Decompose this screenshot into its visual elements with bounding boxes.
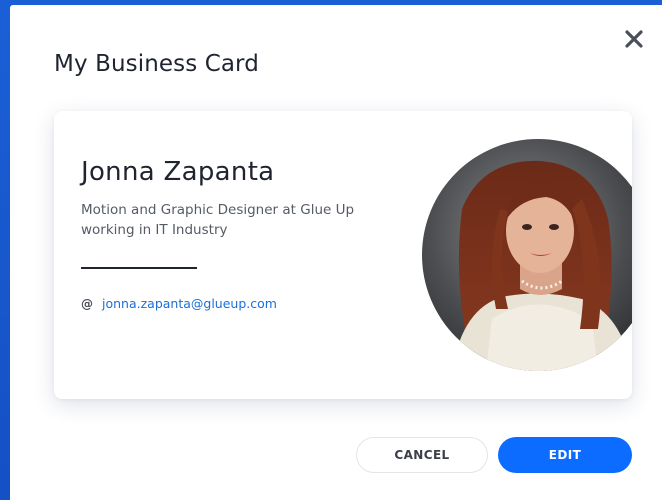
edit-button[interactable]: EDIT [498,437,632,473]
email-row: @ jonna.zapanta@glueup.com [81,296,277,311]
profile-photo [422,139,632,371]
card-divider [81,267,197,269]
card-holder-name: Jonna Zapanta [81,157,275,187]
email-link[interactable]: jonna.zapanta@glueup.com [102,296,277,311]
modal-title: My Business Card [54,51,259,77]
modal-actions: CANCEL EDIT [356,437,632,473]
close-icon[interactable] [622,27,646,51]
profile-photo-frame [422,111,632,399]
cancel-button[interactable]: CANCEL [356,437,488,473]
business-card: Jonna Zapanta Motion and Graphic Designe… [54,111,632,399]
at-icon: @ [81,296,93,311]
business-card-modal: My Business Card Jonna Zapanta Motion an… [10,5,662,500]
card-holder-title: Motion and Graphic Designer at Glue Up w… [81,202,355,238]
